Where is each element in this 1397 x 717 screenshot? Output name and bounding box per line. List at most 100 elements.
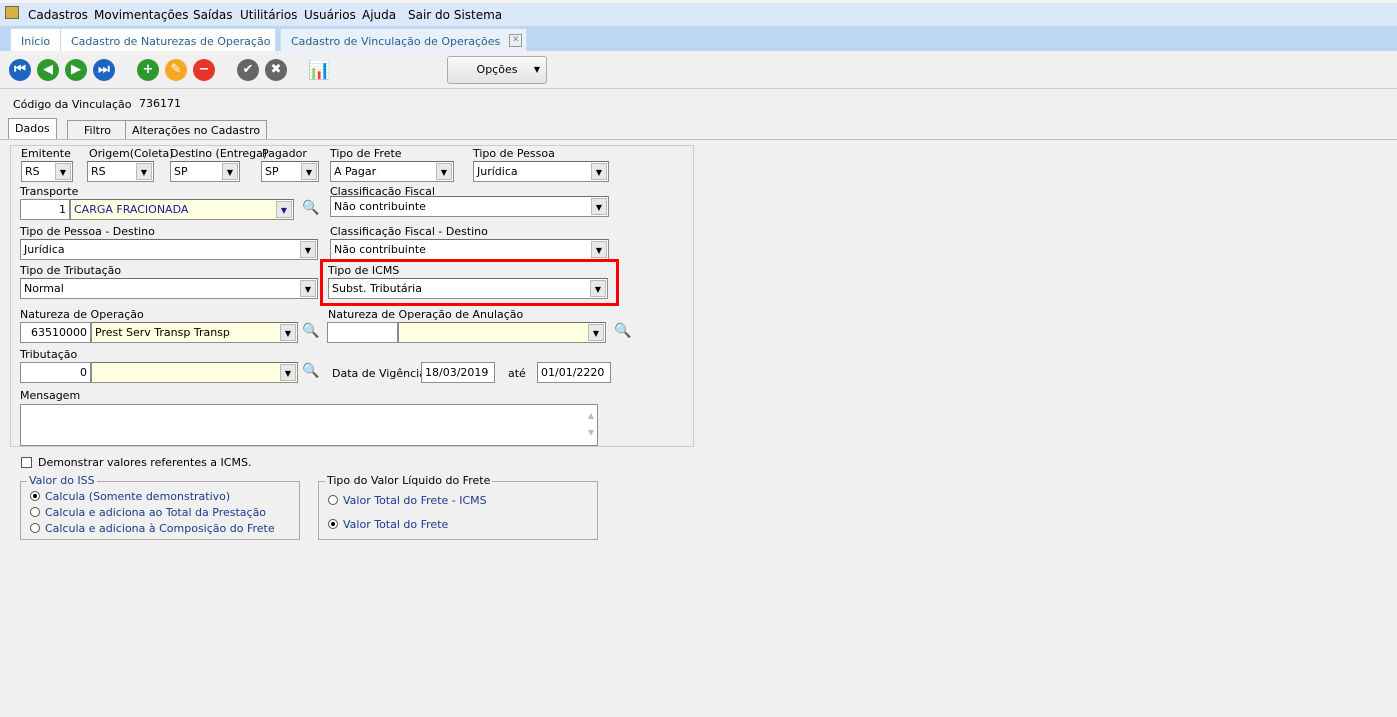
tipo-pessoa-label: Tipo de Pessoa [473,147,555,160]
destino-label: Destino (Entrega) [170,147,268,160]
transporte-select[interactable]: CARGA FRACIONADA ▼ [70,199,294,220]
class-fiscal-dest-label: Classificação Fiscal - Destino [330,225,488,238]
menu-movimentacoes[interactable]: Movimentações [94,8,188,22]
chevron-down-icon: ▼ [301,163,317,180]
scrollbar[interactable]: ▲ ▼ [588,407,594,441]
iss-option-label: Calcula (Somente demonstrativo) [45,490,231,503]
menu-cadastros[interactable]: Cadastros [28,8,88,22]
tributacao-label: Tributação [20,348,78,361]
iss-radio-2[interactable]: Calcula e adiciona à Composição do Frete [30,522,275,535]
confirm-icon[interactable]: ✔ [237,59,259,81]
vigencia-to-input[interactable]: 01/01/2220 [537,362,611,383]
iss-radio-1[interactable]: Calcula e adiciona ao Total da Prestação [30,506,266,519]
search-icon[interactable]: 🔍 [302,363,319,379]
chevron-down-icon: ▼ [222,163,238,180]
menu-saidas[interactable]: Saídas [193,8,233,22]
tipo-frete-value: A Pagar [334,165,377,178]
natureza-anul-label: Natureza de Operação de Anulação [328,308,524,321]
natureza-code[interactable]: 63510000 [20,322,91,343]
origem-label: Origem(Coleta) [89,147,174,160]
emitente-select[interactable]: RS ▼ [21,161,73,182]
iss-radio-0[interactable]: Calcula (Somente demonstrativo) [30,490,230,503]
tipo-tributacao-label: Tipo de Tributação [20,264,122,277]
tipo-pessoa-dest-select[interactable]: Jurídica ▼ [20,239,318,260]
origem-select[interactable]: RS ▼ [87,161,154,182]
natureza-anul-select[interactable]: ▼ [398,322,606,343]
chevron-down-icon: ▼ [300,241,316,258]
demonstrar-checkbox[interactable] [21,457,32,468]
tipo-icms-select[interactable]: Subst. Tributária ▼ [328,278,608,299]
tipo-frete-select[interactable]: A Pagar ▼ [330,161,454,182]
tributacao-select[interactable]: ▼ [91,362,298,383]
chevron-down-icon: ▼ [280,324,296,341]
natureza-label: Natureza de Operação [20,308,144,321]
menu-utilitarios[interactable]: Utilitários [240,8,297,22]
menu-usuarios[interactable]: Usuários [304,8,356,22]
chevron-down-icon: ▼ [436,163,452,180]
chevron-down-icon: ▼ [533,65,540,74]
options-label: Opções [476,63,518,76]
tipo-tributacao-select[interactable]: Normal ▼ [20,278,318,299]
class-fiscal-dest-select[interactable]: Não contribuinte ▼ [330,239,609,260]
first-record-icon[interactable]: ⏮ [9,59,31,81]
natureza-select[interactable]: Prest Serv Transp Transp ▼ [91,322,298,343]
chevron-down-icon: ▼ [276,201,292,218]
natureza-anul-code[interactable] [327,322,398,343]
iss-option-label: Calcula e adiciona ao Total da Prestação [45,506,267,519]
menu-ajuda[interactable]: Ajuda [362,8,396,22]
origem-value: RS [91,165,106,178]
vigencia-label: Data de Vigência [332,367,426,380]
class-fiscal-dest-value: Não contribuinte [334,243,426,256]
chart-settings-icon[interactable]: 📊 [308,60,330,81]
transporte-code[interactable]: 1 [20,199,70,220]
pagador-select[interactable]: SP ▼ [261,161,319,182]
chevron-down-icon: ▼ [136,163,152,180]
liquido-radio-1[interactable]: Valor Total do Frete [328,518,448,531]
tipo-icms-label: Tipo de ICMS [328,264,400,277]
demonstrar-label: Demonstrar valores referentes a ICMS. [38,456,252,469]
tab-inicio[interactable]: Início [10,28,62,51]
search-icon[interactable]: 🔍 [302,200,319,216]
chevron-down-icon: ▼ [300,280,316,297]
mensagem-label: Mensagem [20,389,81,402]
next-record-icon[interactable]: ▶ [65,59,87,81]
search-icon[interactable]: 🔍 [302,323,319,339]
destino-value: SP [174,165,188,178]
tab-vinculacao[interactable]: Cadastro de Vinculação de Operações ✕ [280,28,528,51]
chevron-down-icon: ▼ [55,163,71,180]
class-fiscal-select[interactable]: Não contribuinte ▼ [330,196,609,217]
codigo-value: 736171 [139,97,181,110]
tab-dados[interactable]: Dados [8,118,57,140]
tab-alteracoes[interactable]: Alterações no Cadastro [125,120,268,140]
liquido-radio-0[interactable]: Valor Total do Frete - ICMS [328,494,487,507]
natureza-value: Prest Serv Transp Transp [95,326,230,339]
tipo-pessoa-dest-value: Jurídica [24,243,65,256]
last-record-icon[interactable]: ⏭ [93,59,115,81]
tipo-icms-value: Subst. Tributária [332,282,422,295]
destino-select[interactable]: SP ▼ [170,161,240,182]
edit-icon[interactable]: ✎ [165,59,187,81]
vigencia-from-input[interactable]: 18/03/2019 [421,362,495,383]
close-tab-icon[interactable]: ✕ [509,34,523,47]
liquido-group-title: Tipo do Valor Líquido do Frete [325,474,493,487]
tab-vinculacao-label: Cadastro de Vinculação de Operações [291,35,501,48]
mensagem-textarea[interactable]: ▲ ▼ [20,404,598,446]
menu-sair[interactable]: Sair do Sistema [408,8,502,22]
tipo-pessoa-select[interactable]: Jurídica ▼ [473,161,609,182]
add-icon[interactable]: + [137,59,159,81]
codigo-label: Código da Vinculação [13,98,132,111]
iss-option-label: Calcula e adiciona à Composição do Frete [45,522,275,535]
transporte-label: Transporte [20,185,79,198]
tributacao-code[interactable]: 0 [20,362,91,383]
cancel-icon[interactable]: ✖ [265,59,287,81]
divider [0,88,1397,89]
tab-filtro[interactable]: Filtro [67,120,128,140]
tab-naturezas[interactable]: Cadastro de Naturezas de Operação [60,28,276,51]
options-button[interactable]: Opções ▼ [447,56,547,84]
search-icon[interactable]: 🔍 [614,323,631,339]
chevron-down-icon: ▼ [280,364,296,381]
previous-record-icon[interactable]: ◀ [37,59,59,81]
delete-icon[interactable]: − [193,59,215,81]
document-tabs: Início Cadastro de Naturezas de Operação… [0,26,1397,51]
emitente-label: Emitente [21,147,71,160]
